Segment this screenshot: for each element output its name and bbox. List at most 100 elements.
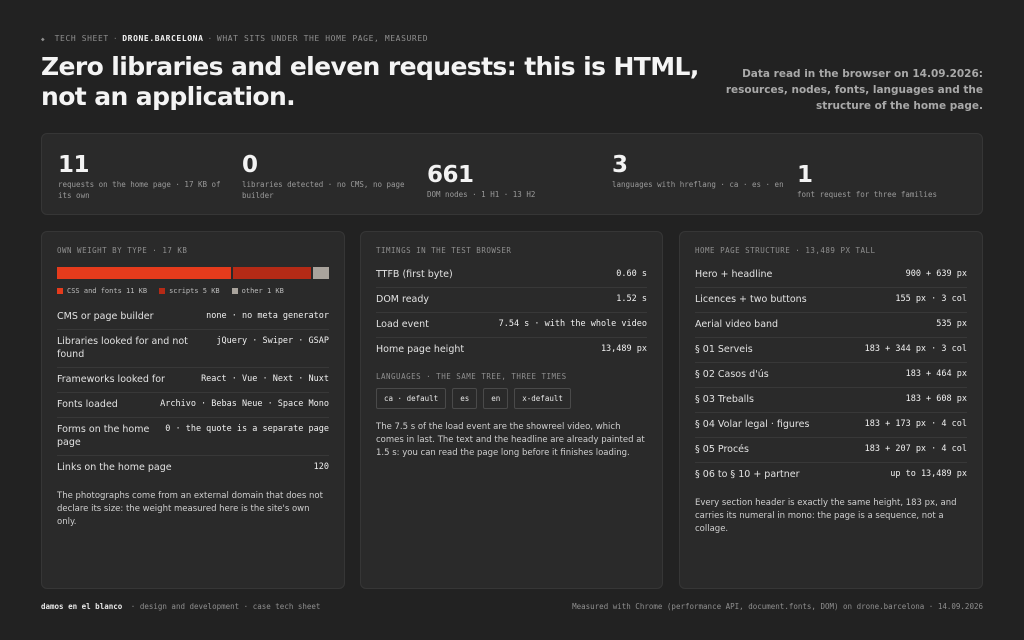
weight-bar-segment [233, 267, 313, 279]
language-chip: en [483, 388, 509, 409]
row-key: Fonts loaded [57, 399, 118, 410]
stat-value: 11 [58, 152, 90, 178]
breadcrumb: ◆ TECH SHEET · DRONE.BARCELONA · WHAT SITS U… [41, 34, 429, 43]
table-row: Licences + two buttons 155 px · 3 col [695, 288, 967, 313]
table-row: § 01 Serveis 183 + 344 px · 3 col [695, 338, 967, 363]
stat-label: requests on the home page · 17 KB of its… [58, 180, 221, 200]
row-value: 183 + 344 px · 3 col [864, 344, 967, 354]
breadcrumb-site: DRONE.BARCELONA [122, 34, 204, 43]
timings-card: TIMINGS IN THE TEST BROWSER TTFB (first … [360, 231, 663, 589]
row-value: 13,489 px [600, 344, 647, 354]
card-title: HOME PAGE STRUCTURE · 13,489 PX TALL [695, 246, 876, 255]
table-row: Load event 7.54 s · with the whole video [376, 313, 647, 338]
table-row: Libraries looked for and not found jQuery… [57, 330, 329, 368]
stat-value: 3 [612, 152, 628, 178]
table-row: § 04 Volar legal · figures 183 + 173 px ·… [695, 413, 967, 438]
timings-note: The 7.5 s of the load event are the show… [376, 422, 645, 458]
card-title: TIMINGS IN THE TEST BROWSER [376, 246, 512, 255]
table-row: Links on the home page 120 [57, 456, 329, 480]
row-key: TTFB (first byte) [376, 269, 453, 280]
legend-label: other 1 KB [241, 287, 284, 295]
row-value: 155 px · 3 col [895, 294, 967, 304]
breadcrumb-item: TECH SHEET [54, 34, 109, 43]
table-row: Home page height 13,489 px [376, 338, 647, 362]
stat-libraries: 0 libraries detected · no CMS, no page b… [242, 152, 422, 201]
row-value: none · no meta generator [206, 311, 329, 321]
row-key: § 06 to § 10 + partner [695, 469, 800, 480]
timings-table: TTFB (first byte) 0.60 s DOM ready 1.52 s … [376, 263, 647, 362]
weight-card: OWN WEIGHT BY TYPE · 17 KB CSS and fonts… [41, 231, 345, 589]
structure-card: HOME PAGE STRUCTURE · 13,489 PX TALL Her… [679, 231, 983, 589]
legend-item: CSS and fonts 11 KB [57, 287, 147, 295]
card-title: OWN WEIGHT BY TYPE · 17 KB [57, 246, 188, 255]
row-key: Licences + two buttons [695, 294, 807, 305]
language-chips: ca · default es en x-default [376, 388, 647, 409]
row-key: § 02 Casos d'ús [695, 369, 769, 380]
stat-value: 0 [242, 152, 258, 178]
stat-label: libraries detected · no CMS, no page bui… [242, 180, 405, 200]
row-value: 183 + 173 px · 4 col [864, 419, 967, 429]
table-row: § 05 Procés 183 + 207 px · 4 col [695, 438, 967, 463]
table-row: § 02 Casos d'ús 183 + 464 px [695, 363, 967, 388]
breadcrumb-item: WHAT SITS UNDER THE HOME PAGE, MEASURED [216, 34, 429, 43]
row-value: 183 + 608 px [905, 394, 967, 404]
table-row: Fonts loaded Archivo · Bebas Neue · Space… [57, 393, 329, 418]
stat-value: 661 [427, 162, 474, 188]
row-key: Aerial video band [695, 319, 779, 330]
table-row: Frameworks looked for React · Vue · Next … [57, 368, 329, 393]
row-key: Frameworks looked for [57, 374, 165, 385]
language-chip: x-default [514, 388, 571, 409]
stat-fonts: 1 font request for three families [797, 162, 972, 200]
footer-credit: · design and development · case tech she… [130, 602, 321, 611]
table-row: TTFB (first byte) 0.60 s [376, 263, 647, 288]
footer: damos en el blanco · design and developm… [41, 602, 983, 611]
weight-bar-segment [313, 267, 329, 279]
footer-measurement: Measured with Chrome (performance API, d… [572, 602, 983, 611]
stat-dom-nodes: 661 DOM nodes · 1 H1 · 13 H2 [427, 162, 597, 200]
weight-legend: CSS and fonts 11 KB scripts 5 KB other 1 K… [57, 287, 329, 295]
header-note: Data read in the browser on 14.09.2026: … [725, 68, 983, 112]
table-row: Hero + headline 900 + 639 px [695, 263, 967, 288]
row-value: 0 · the quote is a separate page [165, 424, 329, 434]
page-title: Zero libraries and eleven requests: this… [41, 52, 699, 111]
row-value: 183 + 464 px [905, 369, 967, 379]
table-row: Forms on the home page 0 · the quote is a… [57, 418, 329, 456]
legend-item: other 1 KB [231, 287, 284, 295]
stat-label: languages with hreflang · ca · es · en [612, 180, 784, 189]
language-chip: es [452, 388, 478, 409]
row-key: Home page height [376, 344, 465, 355]
legend-label: CSS and fonts 11 KB [67, 287, 148, 295]
stat-requests: 11 requests on the home page · 17 KB of … [58, 152, 228, 201]
footer-left: damos en el blanco · design and developm… [41, 602, 320, 611]
legend-item: scripts 5 KB [159, 287, 220, 295]
row-key: § 05 Procés [695, 444, 749, 455]
row-value: jQuery · Swiper · GSAP [216, 336, 329, 346]
row-value: 0.60 s [616, 269, 647, 279]
row-value: up to 13,489 px [890, 469, 967, 479]
row-key: Libraries looked for and not found [57, 336, 188, 360]
table-row: Aerial video band 535 px [695, 313, 967, 338]
weight-note: The photographs come from an external do… [57, 491, 323, 527]
row-key: DOM ready [376, 294, 430, 305]
structure-note: Every section header is exactly the same… [695, 498, 957, 534]
footer-brand: damos en el blanco [41, 602, 123, 611]
row-key: CMS or page builder [57, 311, 154, 322]
language-chip: ca · default [376, 388, 447, 409]
row-key: Hero + headline [695, 269, 773, 280]
table-row: CMS or page builder none · no meta genera… [57, 305, 329, 330]
row-value: Archivo · Bebas Neue · Space Mono [160, 399, 329, 409]
table-row: § 03 Treballs 183 + 608 px [695, 388, 967, 413]
bullet-icon: ◆ [41, 36, 46, 43]
row-value: 120 [313, 462, 329, 472]
table-row: DOM ready 1.52 s [376, 288, 647, 313]
row-value: 7.54 s · with the whole video [498, 319, 647, 329]
stat-languages: 3 languages with hreflang · ca · es · en [612, 152, 787, 190]
stat-value: 1 [797, 162, 813, 188]
legend-swatch [159, 288, 166, 294]
row-value: 900 + 639 px [905, 269, 967, 279]
stat-label: font request for three families [797, 190, 937, 199]
stat-label: DOM nodes · 1 H1 · 13 H2 [427, 190, 536, 199]
row-key: Forms on the home page [57, 424, 150, 448]
row-value: 183 + 207 px · 4 col [864, 444, 967, 454]
table-row: § 06 to § 10 + partner up to 13,489 px [695, 463, 967, 487]
